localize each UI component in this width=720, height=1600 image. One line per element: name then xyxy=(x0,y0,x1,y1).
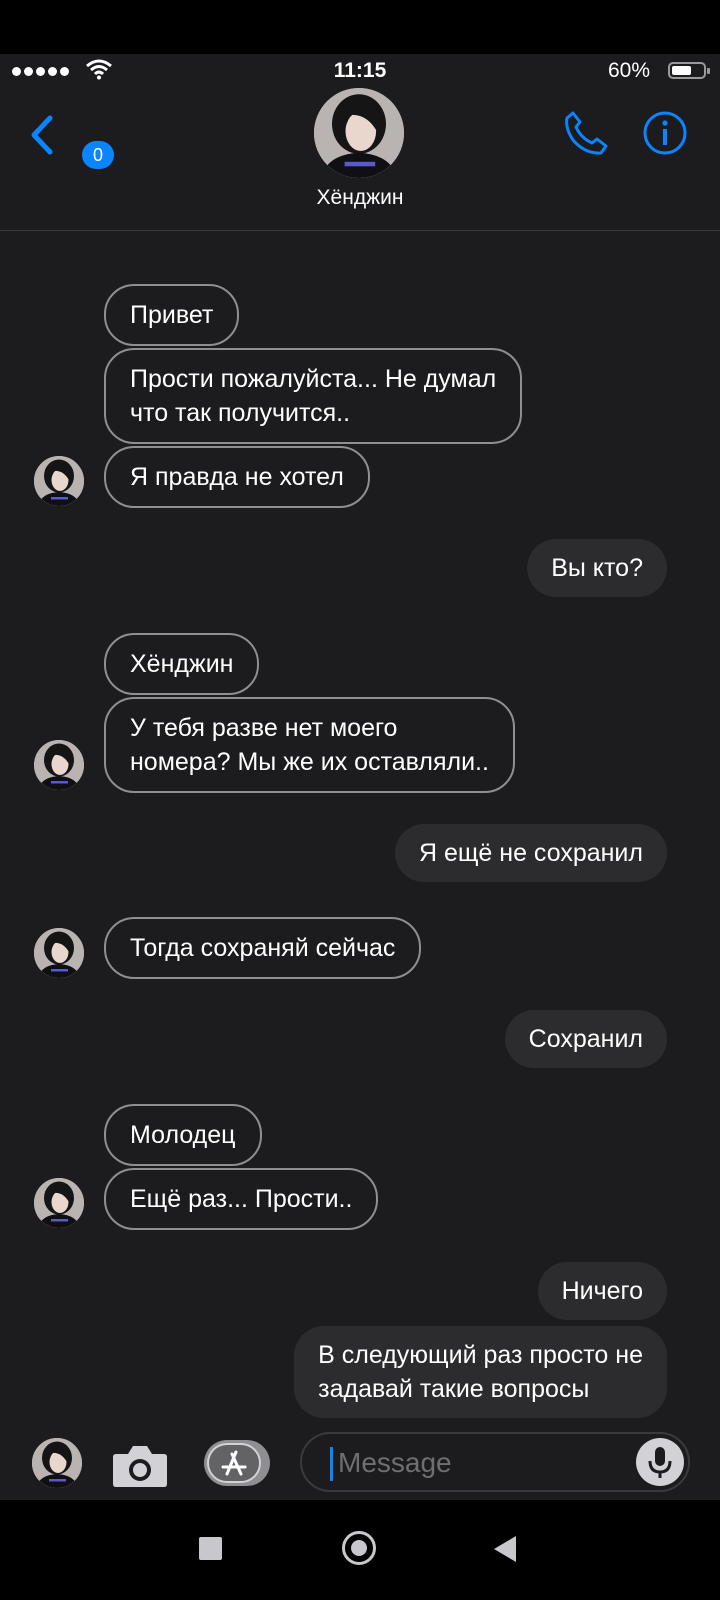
microphone-icon xyxy=(648,1447,672,1478)
message-bubble[interactable]: Вы кто? xyxy=(527,539,667,597)
chevron-left-icon xyxy=(31,115,53,155)
message-bubble[interactable]: Хёнджин xyxy=(104,633,260,695)
sender-avatar xyxy=(34,456,84,506)
back-nav-button[interactable] xyxy=(494,1536,516,1562)
sender-avatar xyxy=(34,1178,84,1228)
message-bubble[interactable]: У тебя разве нет моего номера? Мы же их … xyxy=(104,697,515,793)
battery-percent: 60% xyxy=(607,59,650,82)
message-bubble[interactable]: Сохранил xyxy=(504,1010,667,1068)
camera-icon[interactable] xyxy=(112,1442,168,1488)
message-bubble[interactable]: Молодец xyxy=(104,1104,262,1166)
app-store-icon xyxy=(221,1450,247,1476)
message-bubble[interactable]: Прости пожалуйста... Не думал что так по… xyxy=(104,348,523,444)
text-cursor xyxy=(330,1447,333,1481)
unread-badge: 0 xyxy=(82,141,114,169)
sender-avatar xyxy=(34,740,84,790)
info-icon[interactable] xyxy=(642,110,688,156)
contact-avatar[interactable] xyxy=(314,88,404,178)
contact-name[interactable]: Хёнджин xyxy=(0,186,720,210)
message-bubble[interactable]: В следующий раз просто не задавай такие … xyxy=(294,1326,667,1418)
back-button[interactable]: 0 xyxy=(28,113,114,169)
app-store-button[interactable] xyxy=(204,1440,270,1486)
message-bubble[interactable]: Я ещё не сохранил xyxy=(394,824,667,882)
status-bar: 11:15 60% xyxy=(0,54,720,88)
message-bubble[interactable]: Привет xyxy=(104,284,240,346)
battery-icon xyxy=(668,62,710,79)
system-nav-bar xyxy=(0,1500,720,1600)
message-input[interactable] xyxy=(336,1440,610,1486)
message-bubble[interactable]: Я правда не хотел xyxy=(104,446,370,508)
top-black-bar xyxy=(0,0,720,54)
home-button[interactable] xyxy=(342,1531,376,1565)
message-bubble[interactable]: Тогда сохраняй сейчас xyxy=(104,917,422,979)
sender-avatar xyxy=(34,928,84,978)
message-field[interactable] xyxy=(300,1432,690,1492)
phone-icon[interactable] xyxy=(563,110,609,156)
composer-bar xyxy=(0,1418,720,1500)
message-bubble[interactable]: Ничего xyxy=(537,1262,667,1320)
microphone-button[interactable] xyxy=(636,1438,684,1486)
message-bubble[interactable]: Ещё раз... Прости.. xyxy=(104,1168,379,1230)
recents-button[interactable] xyxy=(199,1537,222,1560)
conversation-header: 0 Хёнджин xyxy=(0,88,720,231)
memoji-avatar-button[interactable] xyxy=(32,1438,82,1488)
